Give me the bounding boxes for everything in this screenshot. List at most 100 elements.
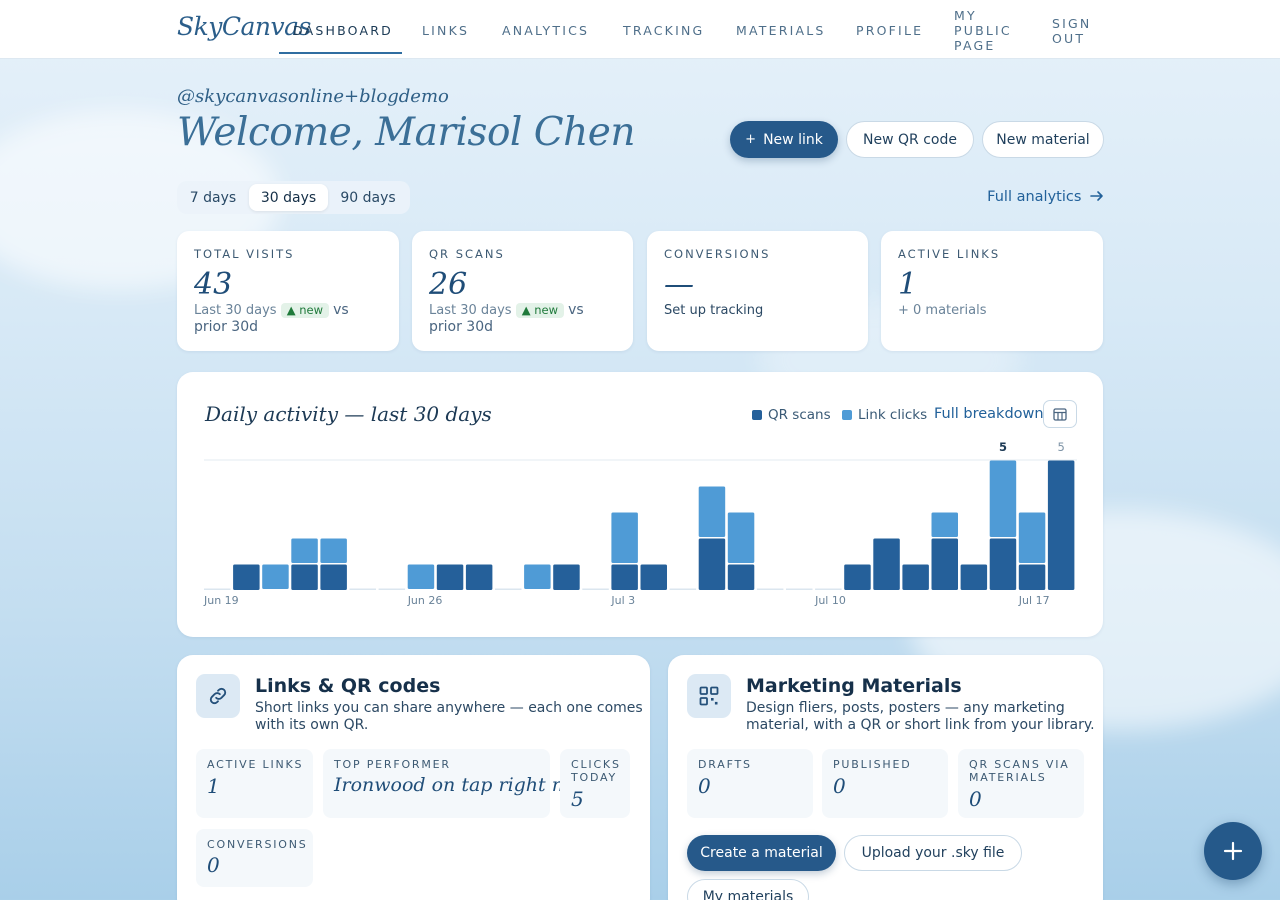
chart-bar-empty bbox=[786, 588, 813, 590]
card-description-line: Design fliers, posts, posters — any mark… bbox=[746, 700, 1065, 716]
chart-bar-qr-scans bbox=[931, 538, 958, 590]
mini-label-line: CLICKS bbox=[571, 758, 621, 771]
mini-label: DRAFTS bbox=[698, 758, 752, 771]
nav-public-page-line: PUBLIC bbox=[954, 23, 1012, 38]
stat-label: CONVERSIONS bbox=[664, 247, 771, 261]
stat-value: 1 bbox=[898, 267, 918, 302]
mini-label: TOP PERFORMER bbox=[334, 758, 451, 771]
chart-bar-qr-scans bbox=[291, 564, 318, 590]
mini-value: 5 bbox=[571, 787, 584, 811]
chart-bar-qr-scans bbox=[436, 564, 464, 590]
published-stat: PUBLISHED 0 bbox=[822, 749, 948, 818]
mini-label: QR SCANS VIA MATERIALS bbox=[969, 758, 1070, 784]
link-icon-box bbox=[196, 674, 240, 718]
quick-add-button[interactable] bbox=[1204, 822, 1262, 880]
nav-materials[interactable]: MATERIALS bbox=[736, 23, 826, 38]
card-title: Links & QR codes bbox=[255, 675, 441, 697]
nav-public-page-line: MY bbox=[954, 8, 977, 23]
chart-bar-link-clicks bbox=[262, 564, 289, 589]
qr-code-icon bbox=[699, 686, 719, 706]
upload-sky-file-button[interactable]: Upload your .sky file bbox=[844, 835, 1022, 871]
my-materials-button[interactable]: My materials bbox=[687, 879, 809, 900]
set-up-tracking-link[interactable]: Set up tracking bbox=[664, 302, 854, 319]
chart-bar-empty bbox=[756, 588, 784, 590]
chart-bar-qr-scans bbox=[320, 564, 347, 590]
mini-value: 0 bbox=[833, 774, 846, 798]
chart-bar-qr-scans bbox=[960, 564, 988, 590]
card-description-line: with its own QR. bbox=[255, 717, 369, 733]
stat-period: Last 30 days bbox=[429, 303, 512, 318]
plus-icon bbox=[1223, 841, 1243, 861]
card-description-line: Short links you can share anywhere — eac… bbox=[255, 700, 643, 716]
stat-period: Last 30 days bbox=[194, 303, 277, 318]
mini-label: ACTIVE LINKS bbox=[207, 758, 304, 771]
chart-bar-qr-scans bbox=[611, 564, 638, 590]
active-links-stat: ACTIVE LINKS 1 bbox=[196, 749, 313, 818]
chart-bar-empty bbox=[669, 588, 697, 590]
status-badge: ▲ new bbox=[280, 303, 329, 318]
status-badge: ▲ new bbox=[515, 303, 564, 318]
qr-scans-materials-stat: QR SCANS VIA MATERIALS 0 bbox=[958, 749, 1084, 818]
clicks-today-stat: CLICKS TODAY 5 bbox=[560, 749, 630, 818]
stat-value: 43 bbox=[194, 267, 233, 302]
chart-bar-qr-scans bbox=[465, 564, 493, 590]
stat-label: QR SCANS bbox=[429, 247, 505, 261]
nav-links[interactable]: LINKS bbox=[422, 23, 469, 38]
activity-chart: Jun 19 Jun 26 Jul 3 Jul 10 Jul 17 5 5 bbox=[203, 440, 1077, 607]
new-material-button[interactable]: New material bbox=[982, 121, 1104, 158]
chart-bar-link-clicks bbox=[698, 486, 726, 537]
card-description: Short links you can share anywhere — eac… bbox=[255, 700, 643, 734]
nav-sign-out-line: OUT bbox=[1052, 31, 1086, 46]
chart-bar-qr-scans bbox=[902, 564, 929, 590]
arrow-right-icon bbox=[1090, 191, 1103, 201]
drafts-stat: DRAFTS 0 bbox=[687, 749, 813, 818]
stat-label: ACTIVE LINKS bbox=[898, 247, 1001, 261]
stat-subtext: Last 30 days ▲ new vs prior 30d bbox=[194, 302, 384, 336]
mini-label: CONVERSIONS bbox=[207, 838, 308, 851]
chart-bar-link-clicks bbox=[291, 538, 318, 563]
nav-analytics[interactable]: ANALYTICS bbox=[502, 23, 589, 38]
chart-bar-qr-scans bbox=[873, 538, 900, 590]
chart-bar-link-clicks bbox=[1018, 512, 1046, 563]
top-performer-stat[interactable]: TOP PERFORMER Ironwood on tap right now bbox=[323, 749, 592, 818]
range-tab-7-days[interactable]: 7 days bbox=[180, 184, 246, 211]
chart-bar-link-clicks bbox=[320, 538, 347, 563]
mini-value: 0 bbox=[969, 787, 982, 811]
nav-public-page[interactable]: MY PUBLIC PAGE bbox=[954, 8, 1012, 53]
chart-bar-link-clicks bbox=[611, 512, 638, 563]
marketing-materials-card: Marketing Materials Design fliers, posts… bbox=[668, 655, 1103, 900]
mini-value: Ironwood on tap right now bbox=[334, 774, 592, 796]
nav-profile[interactable]: PROFILE bbox=[856, 23, 923, 38]
stat-subtext: Last 30 days ▲ new vs prior 30d bbox=[429, 302, 619, 336]
new-qr-code-button[interactable]: New QR code bbox=[846, 121, 974, 158]
mini-label-line: QR SCANS VIA bbox=[969, 758, 1070, 771]
new-link-button[interactable]: + New link bbox=[730, 121, 838, 158]
conversions-stat: CONVERSIONS 0 bbox=[196, 829, 313, 887]
chart-bar-link-clicks bbox=[524, 564, 551, 589]
range-tab-30-days[interactable]: 30 days bbox=[249, 184, 328, 211]
card-description: Design fliers, posts, posters — any mark… bbox=[746, 700, 1095, 734]
chart-bar-qr-scans bbox=[1047, 460, 1075, 590]
chart-bar-qr-scans bbox=[640, 564, 667, 590]
link-icon bbox=[209, 687, 227, 705]
welcome-heading: Welcome, Marisol Chen bbox=[177, 110, 635, 155]
nav-dashboard[interactable]: DASHBOARD bbox=[293, 23, 393, 38]
account-handle: @skycanvasonline+blogdemo bbox=[177, 86, 449, 107]
mini-value: 0 bbox=[698, 774, 711, 798]
chart-bar-empty bbox=[815, 588, 842, 590]
chart-bar-qr-scans bbox=[727, 564, 755, 590]
mini-label: PUBLISHED bbox=[833, 758, 912, 771]
range-tab-90-days[interactable]: 90 days bbox=[331, 184, 405, 211]
qr-icon-box bbox=[687, 674, 731, 718]
chart-bar-empty bbox=[495, 588, 522, 590]
create-material-button[interactable]: Create a material bbox=[687, 835, 836, 871]
chart-data-label: 5 bbox=[1057, 440, 1064, 454]
new-link-label: New link bbox=[763, 131, 823, 148]
chart-bar-qr-scans bbox=[844, 564, 871, 590]
brand-logo[interactable]: SkyCanvas bbox=[177, 12, 311, 41]
chart-bar-empty bbox=[349, 588, 376, 590]
full-analytics-link[interactable]: Full analytics bbox=[987, 189, 1104, 205]
chart-x-tick-label: Jul 3 bbox=[610, 594, 635, 607]
nav-sign-out[interactable]: SIGN OUT bbox=[1052, 16, 1091, 46]
nav-tracking[interactable]: TRACKING bbox=[623, 23, 704, 38]
